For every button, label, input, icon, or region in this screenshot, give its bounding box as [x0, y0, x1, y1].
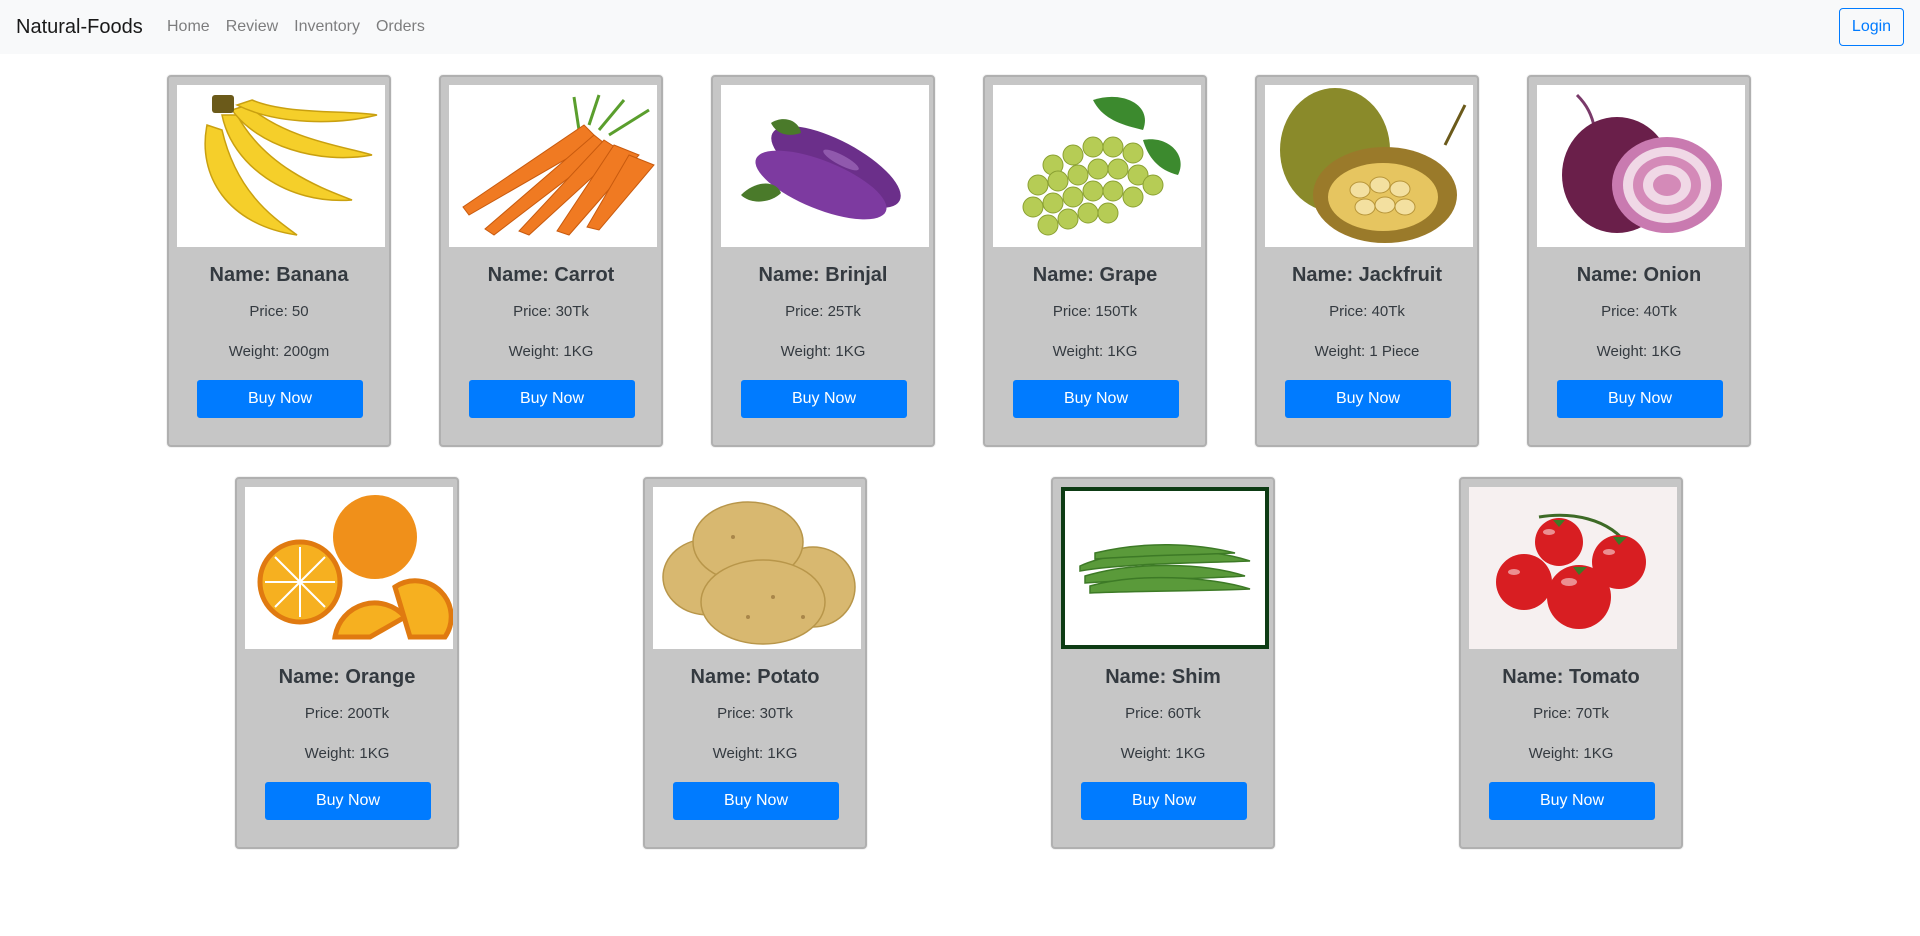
product-card-tomato: Name: Tomato Price: 70Tk Weight: 1KG Buy…	[1459, 477, 1683, 849]
login-button[interactable]: Login	[1839, 8, 1904, 46]
product-price: Price: 30Tk	[513, 303, 589, 320]
product-name: Name: Shim	[1105, 666, 1221, 688]
buy-now-button[interactable]: Buy Now	[1489, 782, 1655, 820]
product-price: Price: 40Tk	[1329, 303, 1405, 320]
product-weight: Weight: 200gm	[228, 343, 330, 360]
product-price: Price: 150Tk	[1052, 303, 1138, 320]
buy-now-button[interactable]: Buy Now	[673, 782, 839, 820]
product-card-shim: Name: Shim Price: 60Tk Weight: 1KG Buy N…	[1051, 477, 1275, 849]
product-name: Name: Orange	[278, 666, 416, 688]
product-name: Name: Grape	[1032, 264, 1158, 286]
product-weight: Weight: 1KG	[712, 745, 798, 762]
product-name: Name: Potato	[690, 666, 820, 688]
product-price: Price: 30Tk	[717, 705, 793, 722]
product-price: Price: 70Tk	[1533, 705, 1609, 722]
buy-now-button[interactable]: Buy Now	[1013, 380, 1179, 418]
product-price: Price: 50	[249, 303, 309, 320]
nav-link-inventory[interactable]: Inventory	[286, 17, 368, 37]
orange-image	[245, 487, 453, 649]
product-card-onion: Name: Onion Price: 40Tk Weight: 1KG Buy …	[1527, 75, 1751, 447]
nav-links: Home Review Inventory Orders	[159, 17, 433, 37]
product-weight: Weight: 1KG	[304, 745, 390, 762]
product-name: Name: Tomato	[1502, 666, 1640, 688]
buy-now-button[interactable]: Buy Now	[1557, 380, 1723, 418]
beans-image	[1061, 487, 1269, 649]
product-price: Price: 200Tk	[304, 705, 390, 722]
product-card-carrot: Name: Carrot Price: 30Tk Weight: 1KG Buy…	[439, 75, 663, 447]
product-card-orange: Name: Orange Price: 200Tk Weight: 1KG Bu…	[235, 477, 459, 849]
product-card-potato: Name: Potato Price: 30Tk Weight: 1KG Buy…	[643, 477, 867, 849]
nav-link-review[interactable]: Review	[218, 17, 286, 37]
nav-link-home[interactable]: Home	[159, 17, 218, 37]
product-name: Name: Jackfruit	[1291, 264, 1443, 286]
product-name: Name: Carrot	[487, 264, 615, 286]
jackfruit-image	[1265, 85, 1473, 247]
product-weight: Weight: 1KG	[780, 343, 866, 360]
brinjal-image	[721, 85, 929, 247]
product-card-banana: Name: Banana Price: 50 Weight: 200gm Buy…	[167, 75, 391, 447]
potato-image	[653, 487, 861, 649]
product-price: Price: 40Tk	[1601, 303, 1677, 320]
product-card-grape: Name: Grape Price: 150Tk Weight: 1KG Buy…	[983, 75, 1207, 447]
buy-now-button[interactable]: Buy Now	[265, 782, 431, 820]
product-weight: Weight: 1KG	[508, 343, 594, 360]
grape-image	[993, 85, 1201, 247]
buy-now-button[interactable]: Buy Now	[1081, 782, 1247, 820]
buy-now-button[interactable]: Buy Now	[741, 380, 907, 418]
buy-now-button[interactable]: Buy Now	[197, 380, 363, 418]
carrot-image	[449, 85, 657, 247]
product-price: Price: 60Tk	[1125, 705, 1201, 722]
product-weight: Weight: 1KG	[1120, 745, 1206, 762]
tomato-image	[1469, 487, 1677, 649]
product-weight: Weight: 1KG	[1052, 343, 1138, 360]
product-name: Name: Brinjal	[758, 264, 888, 286]
buy-now-button[interactable]: Buy Now	[469, 380, 635, 418]
nav-link-orders[interactable]: Orders	[368, 17, 433, 37]
brand-logo[interactable]: Natural-Foods	[16, 14, 143, 40]
product-name: Name: Banana	[209, 264, 349, 286]
product-weight: Weight: 1KG	[1528, 745, 1614, 762]
banana-image	[177, 85, 385, 247]
product-card-brinjal: Name: Brinjal Price: 25Tk Weight: 1KG Bu…	[711, 75, 935, 447]
product-name: Name: Onion	[1576, 264, 1702, 286]
product-card-jackfruit: Name: Jackfruit Price: 40Tk Weight: 1 Pi…	[1255, 75, 1479, 447]
product-weight: Weight: 1KG	[1596, 343, 1682, 360]
top-navbar: Natural-Foods Home Review Inventory Orde…	[0, 0, 1920, 54]
onion-image	[1537, 85, 1745, 247]
buy-now-button[interactable]: Buy Now	[1285, 380, 1451, 418]
product-price: Price: 25Tk	[785, 303, 861, 320]
product-weight: Weight: 1 Piece	[1314, 343, 1420, 360]
